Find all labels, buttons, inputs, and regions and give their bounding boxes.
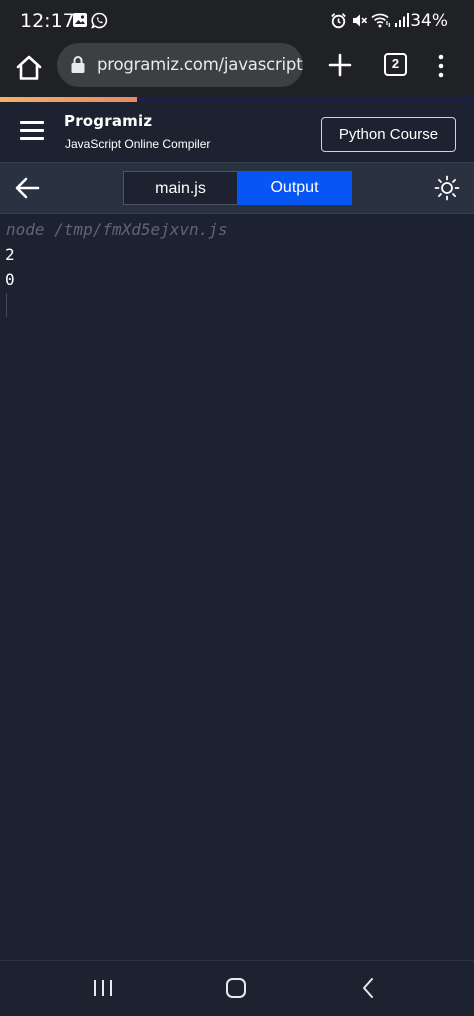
console-output-line: 0 — [5, 270, 15, 289]
signal-icon — [395, 13, 409, 27]
status-bar: 12:17 34% — [0, 0, 474, 42]
console-cursor — [6, 293, 7, 317]
browser-toolbar: programiz.com/javascript/onli 2 — [0, 42, 474, 97]
mute-icon — [353, 14, 368, 27]
url-text: programiz.com/javascript/onli — [97, 55, 303, 74]
system-nav-bar — [0, 960, 474, 1016]
lock-icon — [71, 56, 85, 73]
home-nav-icon[interactable] — [224, 975, 248, 1001]
recent-apps-icon[interactable] — [92, 975, 114, 1001]
hamburger-menu-icon[interactable] — [20, 121, 44, 141]
console-output-line: 2 — [5, 245, 15, 264]
output-console[interactable]: node /tmp/fmXd5ejxvn.js 2 0 — [0, 215, 474, 960]
tab-output[interactable]: Output — [237, 171, 352, 205]
new-tab-icon[interactable] — [327, 52, 353, 78]
address-bar[interactable]: programiz.com/javascript/onli — [57, 43, 303, 87]
gallery-icon — [73, 13, 87, 27]
compiler-subtitle: JavaScript Online Compiler — [65, 137, 211, 151]
tab-main-js[interactable]: main.js — [123, 171, 237, 205]
battery-percentage: 34% — [410, 11, 448, 31]
more-menu-icon[interactable] — [436, 53, 446, 79]
status-time: 12:17 — [20, 10, 75, 32]
python-course-button[interactable]: Python Course — [321, 117, 456, 152]
home-icon[interactable] — [14, 53, 44, 83]
site-header: Programiz JavaScript Online Compiler Pyt… — [0, 102, 474, 163]
whatsapp-icon — [91, 12, 108, 29]
alarm-icon — [331, 13, 346, 29]
programiz-logo[interactable]: Programiz — [64, 112, 152, 130]
wifi-icon — [371, 13, 390, 28]
console-command: node /tmp/fmXd5ejxvn.js — [6, 220, 228, 239]
theme-toggle-icon[interactable] — [434, 175, 460, 201]
back-nav-icon[interactable] — [358, 975, 378, 1001]
tab-switcher-button[interactable]: 2 — [384, 53, 407, 76]
editor-toolbar: main.js Output — [0, 163, 474, 214]
back-arrow-icon[interactable] — [14, 176, 40, 200]
